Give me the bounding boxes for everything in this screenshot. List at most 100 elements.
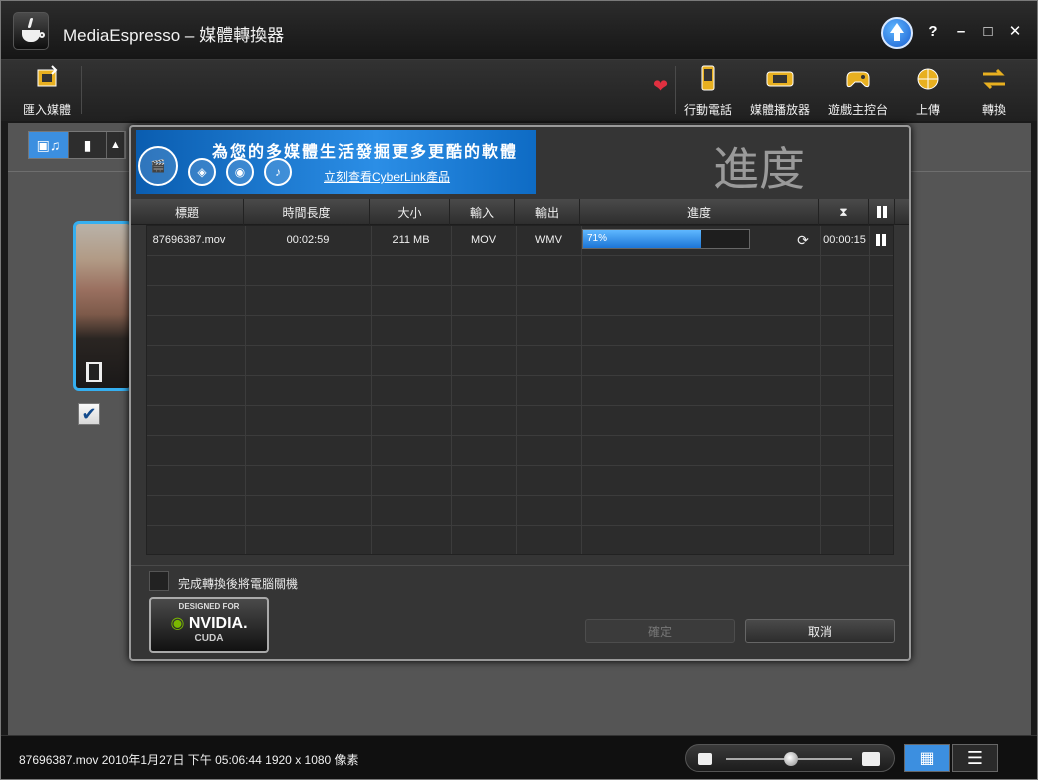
film-icon: ▮ [83, 136, 92, 153]
convert-button[interactable]: 轉換 [965, 64, 1023, 120]
pause-icon [876, 234, 886, 246]
app-window: MediaEspresso – 媒體轉換器 ? – □ ✕ 匯入媒體 ❤ 行動電… [0, 0, 1038, 780]
table-body: 87696387.mov 00:02:59 211 MB MOV WMV 71%… [146, 225, 894, 555]
grid-view-button[interactable]: ▦ [904, 744, 950, 772]
help-button[interactable]: ? [921, 19, 945, 43]
close-button[interactable]: ✕ [1003, 19, 1027, 43]
pause-icon [876, 206, 887, 218]
film-icon [86, 362, 102, 382]
status-text: 87696387.mov 2010年1月27日 下午 05:06:44 1920… [19, 753, 359, 767]
minimize-button[interactable]: – [949, 19, 973, 43]
column-header-input[interactable]: 輸入 [450, 199, 515, 225]
nvidia-line2: ◉ NVIDIA. [170, 615, 248, 632]
photo-icon: ▲ [110, 139, 121, 151]
game-console-button[interactable]: 遊戲主控台 [823, 64, 893, 120]
banner-title: 為您的多媒體生活發掘更多更酷的軟體 [212, 144, 519, 161]
shutdown-checkbox[interactable] [149, 571, 169, 591]
mobile-phone-label: 行動電話 [683, 103, 732, 117]
cancel-button[interactable]: 取消 [745, 619, 895, 643]
refresh-icon[interactable]: ⟳ [792, 226, 814, 254]
convert-arrows-icon [983, 68, 1005, 90]
camera-icon: ◉ [226, 158, 254, 186]
media-thumbnail[interactable] [73, 221, 133, 391]
cell-remaining-time: 00:00:15 [823, 234, 866, 246]
import-media-button[interactable]: 匯入媒體 [15, 64, 79, 120]
progress-dialog: 🎬 ◈ ◉ ♪ 為您的多媒體生活發掘更多更酷的軟體 立刻查看CyberLink產… [129, 125, 911, 661]
game-console-label: 遊戲主控台 [827, 103, 888, 117]
nvidia-cuda-logo: DESIGNED FOR ◉ NVIDIA. CUDA [149, 597, 269, 653]
table-row [147, 286, 893, 316]
column-header-output[interactable]: 輸出 [515, 199, 580, 225]
convert-label: 轉換 [981, 103, 1006, 117]
table-header: 標題 時間長度 大小 輸入 輸出 進度 ⧗ [131, 199, 909, 225]
window-title: MediaEspresso – 媒體轉換器 [63, 26, 285, 45]
all-media-icon: ▣♫ [36, 136, 61, 153]
column-header-title[interactable]: 標題 [131, 199, 244, 225]
cell-size: 211 MB [392, 234, 430, 246]
column-header-progress[interactable]: 進度 [580, 199, 819, 225]
conversion-table: 標題 時間長度 大小 輸入 輸出 進度 ⧗ 87696387.mov 00:02… [131, 199, 909, 557]
dialog-title: 進度 [713, 142, 805, 196]
ok-button[interactable]: 確定 [585, 619, 735, 643]
pause-row-button[interactable] [869, 226, 893, 254]
table-row [147, 466, 893, 496]
table-row [147, 406, 893, 436]
update-icon[interactable] [881, 17, 913, 49]
list-view-icon: ☰ [966, 747, 984, 768]
table-row [147, 316, 893, 346]
video-thumbnail-image [76, 224, 130, 388]
toolbar-divider [81, 66, 82, 114]
cell-input: MOV [470, 234, 497, 246]
cyberlink-banner[interactable]: 🎬 ◈ ◉ ♪ 為您的多媒體生活發掘更多更酷的軟體 立刻查看CyberLink產… [136, 130, 536, 194]
photo-filter-button[interactable]: ▲ [107, 132, 125, 158]
media-select-checkbox[interactable]: ✔ [78, 403, 100, 425]
mobile-phone-button[interactable]: 行動電話 [679, 64, 737, 120]
dialog-divider [131, 565, 909, 566]
music-icon: ♪ [264, 158, 292, 186]
upload-globe-icon [917, 68, 939, 90]
upload-label: 上傳 [915, 103, 940, 117]
cell-title: 87696387.mov [152, 234, 226, 246]
nvidia-line3: CUDA [194, 633, 224, 644]
progress-bar: 71% [582, 229, 750, 249]
table-row[interactable]: 87696387.mov 00:02:59 211 MB MOV WMV 71%… [147, 226, 893, 256]
game-console-icon [846, 71, 870, 88]
large-thumbnail-icon [862, 752, 880, 766]
media-player-icon [766, 71, 794, 87]
zoom-knob[interactable] [784, 752, 798, 766]
mobile-phone-icon [701, 65, 715, 91]
hourglass-icon: ⧗ [819, 199, 869, 225]
main-toolbar: 匯入媒體 ❤ 行動電話 媒體播放器 遊戲主控台 上傳 轉換 [1, 59, 1037, 121]
list-view-button[interactable]: ☰ [952, 744, 998, 772]
status-bar: 87696387.mov 2010年1月27日 下午 05:06:44 1920… [1, 735, 1037, 779]
import-media-icon [37, 65, 58, 87]
grid-view-icon: ▦ [919, 750, 935, 767]
table-row [147, 256, 893, 286]
thumbnail-zoom-slider[interactable] [685, 744, 895, 772]
title-bar: MediaEspresso – 媒體轉換器 ? – □ ✕ [1, 1, 1037, 59]
table-row [147, 496, 893, 526]
table-row [147, 526, 893, 556]
import-media-label: 匯入媒體 [22, 103, 71, 117]
column-header-size[interactable]: 大小 [370, 199, 450, 225]
all-media-filter-button[interactable]: ▣♫ [29, 132, 69, 158]
cyberlink-link[interactable]: 立刻查看CyberLink產品 [324, 168, 450, 185]
clapperboard-icon: 🎬 [138, 146, 178, 186]
media-player-label: 媒體播放器 [749, 103, 810, 117]
column-header-duration[interactable]: 時間長度 [244, 199, 370, 225]
favorite-heart-icon[interactable]: ❤ [653, 76, 668, 97]
app-logo-icon [13, 12, 49, 50]
cell-duration: 00:02:59 [286, 234, 330, 246]
small-thumbnail-icon [698, 753, 712, 765]
film-reel-icon: ◈ [188, 158, 216, 186]
table-row [147, 346, 893, 376]
toolbar-divider [675, 66, 676, 114]
table-row [147, 436, 893, 466]
upload-button[interactable]: 上傳 [901, 64, 955, 120]
media-filter-toggle: ▣♫ ▮ ▲ [28, 131, 126, 159]
video-filter-button[interactable]: ▮ [69, 132, 107, 158]
media-player-button[interactable]: 媒體播放器 [745, 64, 815, 120]
pause-all-button[interactable] [869, 199, 895, 225]
maximize-button[interactable]: □ [976, 19, 1000, 43]
table-row [147, 376, 893, 406]
